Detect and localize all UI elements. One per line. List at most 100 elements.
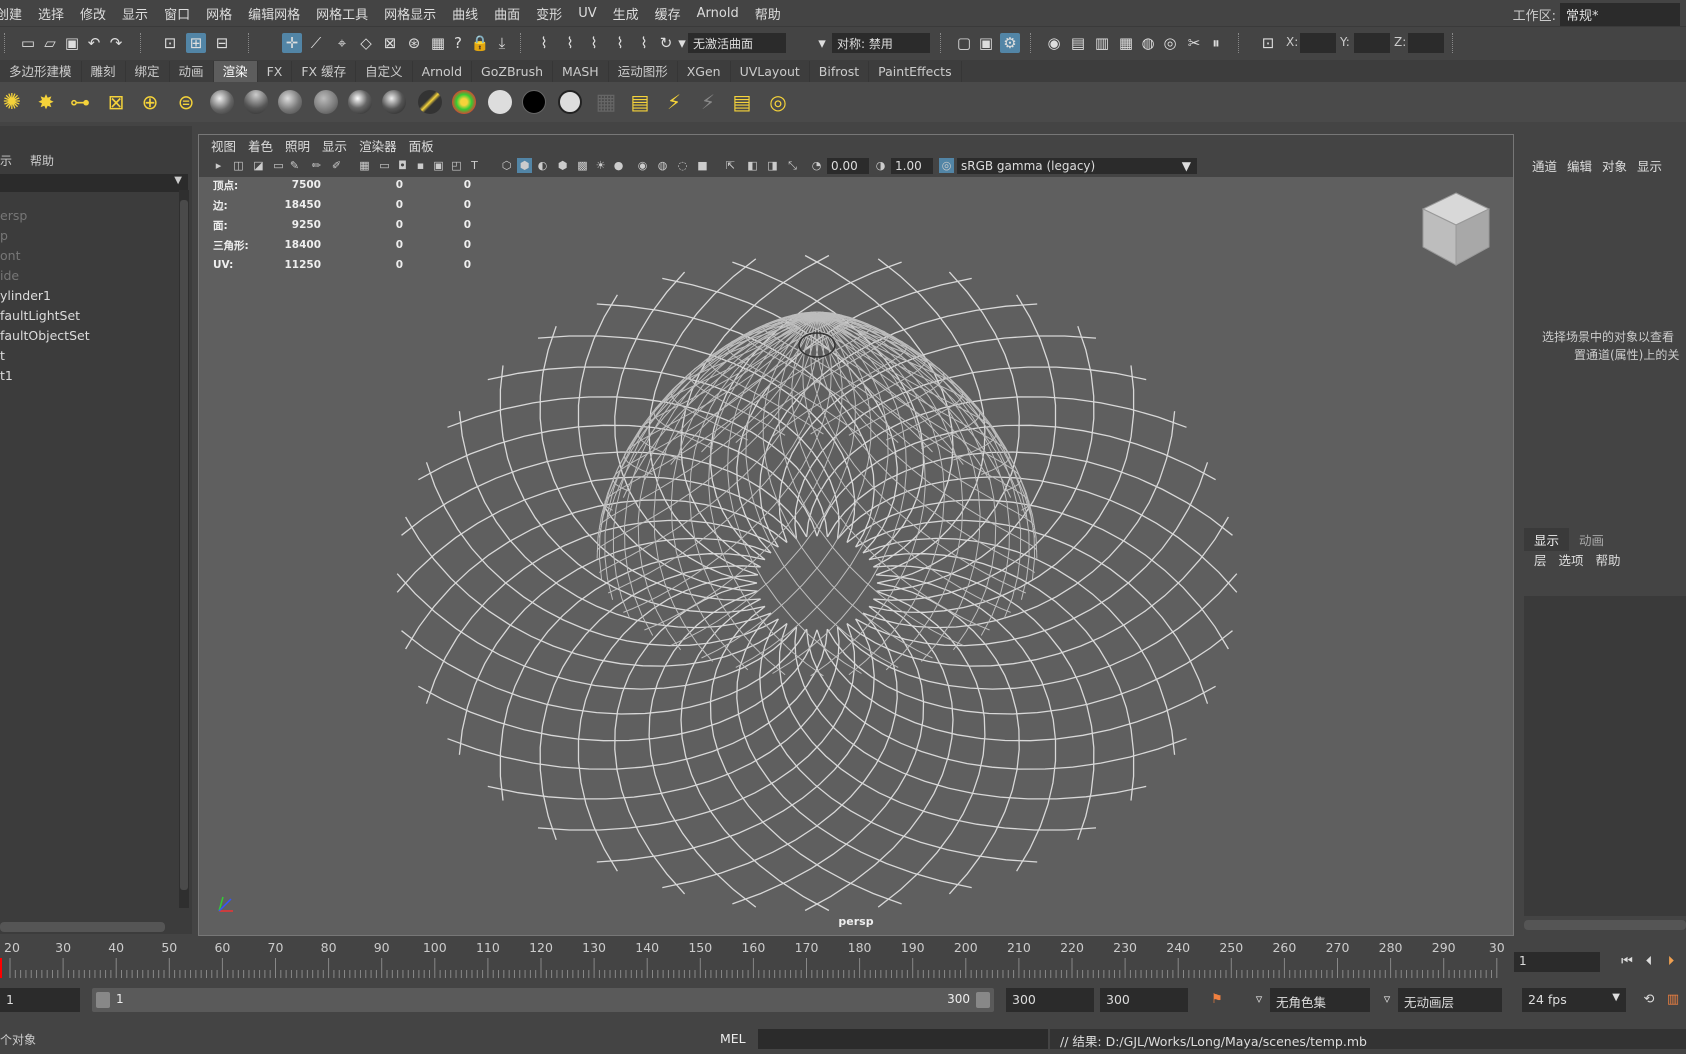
- z-field[interactable]: [1408, 33, 1444, 53]
- shelf-tab-4[interactable]: 渲染: [213, 61, 258, 82]
- menu-item-8[interactable]: 网格显示: [376, 4, 444, 23]
- light-settings-icon[interactable]: ▤: [728, 88, 756, 116]
- smooth-shade-icon[interactable]: ⬢: [517, 158, 532, 173]
- range-end-handle[interactable]: [976, 992, 990, 1008]
- menu-item-13[interactable]: 生成: [605, 4, 647, 23]
- tab-display-layers[interactable]: 显示: [1524, 528, 1570, 551]
- shelf-tab-3[interactable]: 动画: [170, 61, 214, 82]
- render-icon[interactable]: ▤: [1068, 33, 1088, 53]
- channel-box-menu-item[interactable]: 通道: [1532, 156, 1557, 175]
- current-time-marker[interactable]: [0, 958, 2, 978]
- time-slider[interactable]: 20 30 40 50 60 70 80 90 100 110 120 130 140 150 160 170…: [0, 938, 1508, 978]
- anim-prefs-icon[interactable]: ▥: [1664, 990, 1682, 1008]
- outliner-scrollbar[interactable]: [179, 190, 189, 908]
- area-light-icon[interactable]: ⊕: [136, 88, 164, 116]
- range-start-handle[interactable]: [96, 992, 110, 1008]
- shelf-tab-15[interactable]: PaintEffects: [869, 61, 962, 82]
- safe-action-icon[interactable]: ◰: [449, 158, 464, 173]
- spot-light-icon[interactable]: ⊠: [102, 88, 130, 116]
- isolate-select-icon[interactable]: ⇱: [723, 158, 738, 173]
- menu-item-12[interactable]: UV: [570, 6, 604, 21]
- shadows-icon[interactable]: ●: [611, 158, 626, 173]
- shelf-tab-13[interactable]: UVLayout: [731, 61, 810, 82]
- xray-icon[interactable]: ◧: [745, 158, 760, 173]
- live-surface-field[interactable]: 无激活曲面: [688, 33, 786, 53]
- lock-icon[interactable]: 🔒: [470, 33, 490, 53]
- menu-item-4[interactable]: 窗口: [156, 4, 198, 23]
- current-frame-field[interactable]: 1: [1514, 952, 1600, 972]
- safe-title-icon[interactable]: T: [467, 158, 482, 173]
- menu-item-7[interactable]: 网格工具: [308, 4, 376, 23]
- step-back-key-icon[interactable]: ⏴: [1640, 952, 1658, 970]
- paint-select-icon[interactable]: ⌇: [560, 33, 580, 53]
- pause-icon[interactable]: ⏸: [1206, 33, 1226, 53]
- menu-item-2[interactable]: 修改: [72, 4, 114, 23]
- lambert-sphere-icon[interactable]: [276, 88, 304, 116]
- mel-command-input[interactable]: [758, 1029, 1048, 1049]
- script-language-toggle[interactable]: MEL: [720, 1031, 746, 1046]
- outliner-menu-help[interactable]: 帮助: [22, 152, 62, 169]
- outliner-item[interactable]: t1: [0, 366, 178, 386]
- menu-item-6[interactable]: 编辑网格: [240, 4, 308, 23]
- viewport-menu-item[interactable]: 视图: [205, 136, 242, 155]
- directional-light-icon[interactable]: ✸: [32, 88, 60, 116]
- layer-hscrollbar[interactable]: [1524, 920, 1686, 930]
- outliner-search-input[interactable]: ▼: [0, 174, 188, 192]
- scrollbar-thumb[interactable]: [180, 200, 188, 890]
- viewport-menu-item[interactable]: 显示: [316, 136, 353, 155]
- snap-curve-icon[interactable]: ⟋: [306, 33, 326, 53]
- color-management-icon[interactable]: ◎: [939, 158, 954, 173]
- transform-mode-icon[interactable]: ⊡: [1258, 33, 1278, 53]
- exposure-field[interactable]: 0.00: [827, 158, 869, 174]
- volume-light-icon[interactable]: ⊜: [172, 88, 200, 116]
- range-slider[interactable]: 1 300: [92, 988, 994, 1012]
- x-field[interactable]: [1300, 33, 1336, 53]
- outliner-item[interactable]: ide: [0, 266, 178, 286]
- grease-pencil-icon[interactable]: ✏: [309, 158, 324, 173]
- ipr-icon[interactable]: ▥: [1092, 33, 1112, 53]
- viewport-menu-item[interactable]: 渲染器: [353, 136, 403, 155]
- tab-anim-layers[interactable]: 动画: [1569, 528, 1614, 551]
- anim-start-field[interactable]: 1: [0, 988, 80, 1012]
- gamma-icon[interactable]: ◑: [873, 158, 888, 173]
- menu-item-11[interactable]: 变形: [528, 4, 570, 23]
- menu-item-15[interactable]: Arnold: [689, 6, 747, 21]
- loop-icon[interactable]: ⟲: [1640, 990, 1658, 1008]
- lights-icon[interactable]: ☀: [593, 158, 608, 173]
- ipr-render-icon[interactable]: ▣: [976, 33, 996, 53]
- resolution-gate-icon[interactable]: ◘: [395, 158, 410, 173]
- channel-box-menu-item[interactable]: 编辑: [1567, 156, 1592, 175]
- save-scene-icon[interactable]: ▣: [62, 33, 82, 53]
- snap-to-plane-icon[interactable]: ▦: [428, 33, 448, 53]
- point-light-icon[interactable]: ⊶: [66, 88, 94, 116]
- black-sphere-icon[interactable]: [520, 88, 548, 116]
- workspace-selector[interactable]: 工作区: 常规*: [1513, 3, 1680, 26]
- outliner-item[interactable]: ersp: [0, 206, 178, 226]
- help-snap-icon[interactable]: ?: [448, 33, 468, 53]
- auto-key-icon[interactable]: ⚑: [1208, 990, 1226, 1008]
- select-hierarchy-icon[interactable]: ⊡: [160, 33, 180, 53]
- menu-item-5[interactable]: 网格: [198, 4, 240, 23]
- shelf-tab-11[interactable]: 运动图形: [609, 61, 678, 82]
- tweak-select-icon[interactable]: ⌇: [610, 33, 630, 53]
- snap-view-plane-icon[interactable]: ⊠: [380, 33, 400, 53]
- menu-item-10[interactable]: 曲面: [486, 4, 528, 23]
- outliner-hscrollbar[interactable]: [0, 922, 165, 932]
- use-all-lights-icon[interactable]: ▩: [575, 158, 590, 173]
- viewport-menu-item[interactable]: 面板: [403, 136, 440, 155]
- shelf-tab-8[interactable]: Arnold: [413, 61, 473, 82]
- chevron-down-icon[interactable]: ▾: [812, 33, 832, 53]
- white-sphere-icon[interactable]: [486, 88, 514, 116]
- outliner-item[interactable]: t: [0, 346, 178, 366]
- y-field[interactable]: [1354, 33, 1390, 53]
- ocean-sphere-icon[interactable]: [242, 88, 270, 116]
- bookmark-icon[interactable]: ◪: [251, 158, 266, 173]
- ambient-occlusion-icon[interactable]: ◉: [635, 158, 650, 173]
- ambient-light-icon[interactable]: ✺: [0, 88, 26, 116]
- anti-alias-icon[interactable]: ◌: [675, 158, 690, 173]
- undo-icon[interactable]: ↶: [84, 33, 104, 53]
- anisotropic-sphere-icon[interactable]: [416, 88, 444, 116]
- color-space-dropdown[interactable]: sRGB gamma (legacy) ▼: [957, 158, 1197, 174]
- view-cube[interactable]: [1421, 191, 1491, 267]
- workspace-dropdown[interactable]: 常规*: [1560, 3, 1680, 26]
